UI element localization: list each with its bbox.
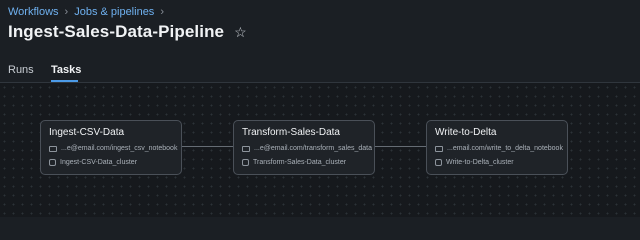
breadcrumb-separator: › — [64, 6, 69, 18]
folder-icon — [242, 145, 250, 152]
tab-bar: Runs Tasks — [0, 56, 640, 83]
task-notebook-path: ...e@email.com/ingest_csv_notebook — [61, 145, 178, 152]
tab-runs[interactable]: Runs — [8, 64, 34, 76]
breadcrumb: Workflows › Jobs & pipelines › — [8, 6, 164, 18]
cluster-icon — [49, 159, 56, 166]
task-graph-canvas[interactable]: Ingest-CSV-Data ...e@email.com/ingest_cs… — [0, 83, 640, 217]
cluster-icon — [435, 159, 442, 166]
task-name: Transform-Sales-Data — [242, 127, 340, 138]
task-name: Ingest-CSV-Data — [49, 127, 125, 138]
page-title: Ingest-Sales-Data-Pipeline — [8, 22, 225, 41]
task-node-write-to-delta[interactable]: Write-to-Delta ...email.com/write_to_del… — [426, 120, 568, 175]
star-icon[interactable]: ☆ — [234, 24, 247, 41]
active-tab-indicator — [51, 80, 78, 82]
task-cluster: Ingest-CSV-Data_cluster — [60, 159, 138, 166]
task-connector — [375, 146, 426, 147]
breadcrumb-workflows[interactable]: Workflows — [8, 6, 59, 18]
folder-icon — [435, 145, 443, 152]
page-header: Workflows › Jobs & pipelines › Ingest-Sa… — [0, 0, 640, 56]
task-node-ingest-csv-data[interactable]: Ingest-CSV-Data ...e@email.com/ingest_cs… — [40, 120, 182, 175]
task-connector — [182, 146, 233, 147]
task-notebook-path: ...email.com/write_to_delta_notebook — [447, 145, 563, 152]
task-name: Write-to-Delta — [435, 127, 497, 138]
task-notebook-path: ...e@email.com/transform_sales_data — [254, 145, 372, 152]
breadcrumb-jobs-pipelines[interactable]: Jobs & pipelines — [74, 6, 154, 18]
breadcrumb-separator: › — [160, 6, 164, 18]
task-node-transform-sales-data[interactable]: Transform-Sales-Data ...e@email.com/tran… — [233, 120, 375, 175]
folder-icon — [49, 145, 57, 152]
tab-tasks[interactable]: Tasks — [51, 64, 81, 76]
task-cluster: Transform-Sales-Data_cluster — [253, 159, 347, 166]
task-cluster: Write-to-Delta_cluster — [446, 159, 514, 166]
cluster-icon — [242, 159, 249, 166]
